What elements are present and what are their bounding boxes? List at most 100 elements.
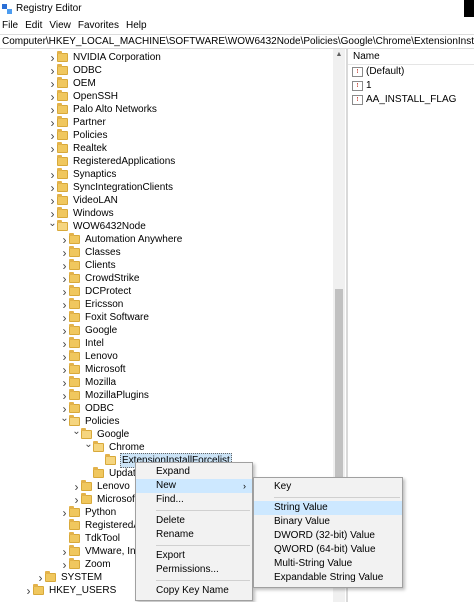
tree-item-policies[interactable]: Policies	[48, 129, 108, 142]
tree-item-ericsson[interactable]: Ericsson	[60, 298, 124, 311]
value-row[interactable]: ⁝ 1	[348, 79, 474, 93]
chevron-right-icon[interactable]	[60, 259, 69, 272]
new-item-qword-64-bit-value[interactable]: QWORD (64-bit) Value	[254, 543, 402, 557]
new-item-dword-32-bit-value[interactable]: DWORD (32-bit) Value	[254, 529, 402, 543]
chevron-right-icon[interactable]	[60, 337, 69, 350]
chevron-right-icon[interactable]	[60, 363, 69, 376]
tree-item-synaptics[interactable]: Synaptics	[48, 168, 117, 181]
tree-item-realtek[interactable]: Realtek	[48, 142, 108, 155]
chevron-right-icon[interactable]	[48, 181, 57, 194]
tree-item-palo-alto-networks[interactable]: Palo Alto Networks	[48, 103, 158, 116]
chevron-right-icon[interactable]	[60, 311, 69, 324]
tree-item-syncintegrationclients[interactable]: SyncIntegrationClients	[48, 181, 174, 194]
tree-item-wow6432node[interactable]: WOW6432Node	[48, 220, 147, 233]
ctx-item-find[interactable]: Find...	[136, 493, 252, 507]
tree-item-odbc[interactable]: ODBC	[48, 64, 103, 77]
new-item-string-value[interactable]: String Value	[254, 501, 402, 515]
tree-item-zoom[interactable]: Zoom	[60, 558, 112, 571]
chevron-right-icon[interactable]	[48, 194, 57, 207]
tree-item-nvidia-corporation[interactable]: NVIDIA Corporation	[48, 51, 162, 64]
chevron-right-icon[interactable]	[60, 558, 69, 571]
new-item-multi-string-value[interactable]: Multi-String Value	[254, 557, 402, 571]
chevron-right-icon[interactable]	[60, 506, 69, 519]
chevron-right-icon[interactable]	[48, 168, 57, 181]
tree-item-mozilla[interactable]: Mozilla	[60, 376, 117, 389]
tree-item-update[interactable]: Update	[84, 467, 142, 480]
new-item-expandable-string-value[interactable]: Expandable String Value	[254, 571, 402, 585]
tree-item-google[interactable]: Google	[60, 324, 118, 337]
chevron-right-icon[interactable]	[72, 493, 81, 506]
ctx-item-delete[interactable]: Delete	[136, 514, 252, 528]
chevron-right-icon[interactable]	[48, 129, 57, 142]
tree-item-crowdstrike[interactable]: CrowdStrike	[60, 272, 140, 285]
chevron-right-icon[interactable]	[24, 584, 33, 597]
chevron-right-icon[interactable]	[60, 246, 69, 259]
tree-item-mozillaplugins[interactable]: MozillaPlugins	[60, 389, 150, 402]
tree-item-lenovo[interactable]: Lenovo	[72, 480, 131, 493]
ctx-item-rename[interactable]: Rename	[136, 528, 252, 542]
menu-edit[interactable]: Edit	[25, 20, 42, 31]
menu-view[interactable]: View	[49, 20, 71, 31]
chevron-right-icon[interactable]	[60, 324, 69, 337]
chevron-down-icon[interactable]	[48, 220, 57, 233]
ctx-item-copy-key-name[interactable]: Copy Key Name	[136, 584, 252, 598]
chevron-right-icon[interactable]	[48, 90, 57, 103]
chevron-right-icon[interactable]	[48, 116, 57, 129]
new-item-key[interactable]: Key	[254, 480, 402, 494]
tree-item-oem[interactable]: OEM	[48, 77, 97, 90]
chevron-right-icon[interactable]	[48, 64, 57, 77]
ctx-item-expand[interactable]: Expand	[136, 465, 252, 479]
chevron-right-icon[interactable]	[60, 298, 69, 311]
ctx-item-export[interactable]: Export	[136, 549, 252, 563]
chevron-right-icon[interactable]	[48, 142, 57, 155]
ctx-item-new[interactable]: New ›	[136, 479, 252, 493]
tree-item-google[interactable]: Google	[72, 428, 130, 441]
chevron-right-icon[interactable]	[48, 77, 57, 90]
tree-item-windows[interactable]: Windows	[48, 207, 115, 220]
new-item-binary-value[interactable]: Binary Value	[254, 515, 402, 529]
tree-item-dcprotect[interactable]: DCProtect	[60, 285, 132, 298]
menu-file[interactable]: File	[2, 20, 18, 31]
tree-item-clients[interactable]: Clients	[60, 259, 117, 272]
chevron-right-icon[interactable]	[72, 480, 81, 493]
chevron-right-icon[interactable]	[60, 350, 69, 363]
chevron-right-icon[interactable]	[48, 51, 57, 64]
tree-item-microsoft[interactable]: Microsoft	[60, 363, 127, 376]
scroll-up-icon[interactable]: ▲	[333, 49, 345, 61]
chevron-right-icon[interactable]	[60, 285, 69, 298]
tree-item-tdktool[interactable]: TdkTool	[60, 532, 121, 545]
address-bar[interactable]: Computer\HKEY_LOCAL_MACHINE\SOFTWARE\WOW…	[0, 34, 474, 49]
chevron-right-icon[interactable]	[60, 272, 69, 285]
tree-item-microsoft[interactable]: Microsoft	[72, 493, 139, 506]
tree-item-registeredapplications[interactable]: RegisteredApplications	[48, 155, 176, 168]
folder-icon	[69, 519, 80, 530]
tree-item-vmware-inc[interactable]: VMware, Inc.	[60, 545, 144, 558]
tree-item-foxit-software[interactable]: Foxit Software	[60, 311, 150, 324]
tree-item-lenovo[interactable]: Lenovo	[60, 350, 119, 363]
chevron-down-icon[interactable]	[84, 441, 93, 454]
chevron-right-icon[interactable]	[60, 389, 69, 402]
tree-item-hkey-users[interactable]: HKEY_USERS	[24, 584, 117, 597]
tree-item-intel[interactable]: Intel	[60, 337, 105, 350]
tree-item-system[interactable]: SYSTEM	[36, 571, 103, 584]
tree-item-openssh[interactable]: OpenSSH	[48, 90, 119, 103]
tree-item-videolan[interactable]: VideoLAN	[48, 194, 119, 207]
tree-item-automation-anywhere[interactable]: Automation Anywhere	[60, 233, 183, 246]
ctx-item-permissions[interactable]: Permissions...	[136, 563, 252, 577]
tree-item-policies[interactable]: Policies	[60, 415, 120, 428]
chevron-right-icon[interactable]	[36, 571, 45, 584]
menu-help[interactable]: Help	[126, 20, 147, 31]
value-row[interactable]: ⁝ AA_INSTALL_FLAG	[348, 93, 474, 107]
chevron-right-icon[interactable]	[60, 545, 69, 558]
chevron-right-icon[interactable]	[60, 233, 69, 246]
name-column-header[interactable]: Name	[348, 49, 474, 65]
tree-item-classes[interactable]: Classes	[60, 246, 122, 259]
tree-item-python[interactable]: Python	[60, 506, 117, 519]
chevron-right-icon[interactable]	[48, 103, 57, 116]
tree-item-partner[interactable]: Partner	[48, 116, 107, 129]
value-row[interactable]: ⁝ (Default)	[348, 65, 474, 79]
chevron-right-icon[interactable]	[60, 376, 69, 389]
chevron-down-icon[interactable]	[60, 415, 69, 428]
chevron-down-icon[interactable]	[72, 428, 81, 441]
menu-favorites[interactable]: Favorites	[78, 20, 119, 31]
